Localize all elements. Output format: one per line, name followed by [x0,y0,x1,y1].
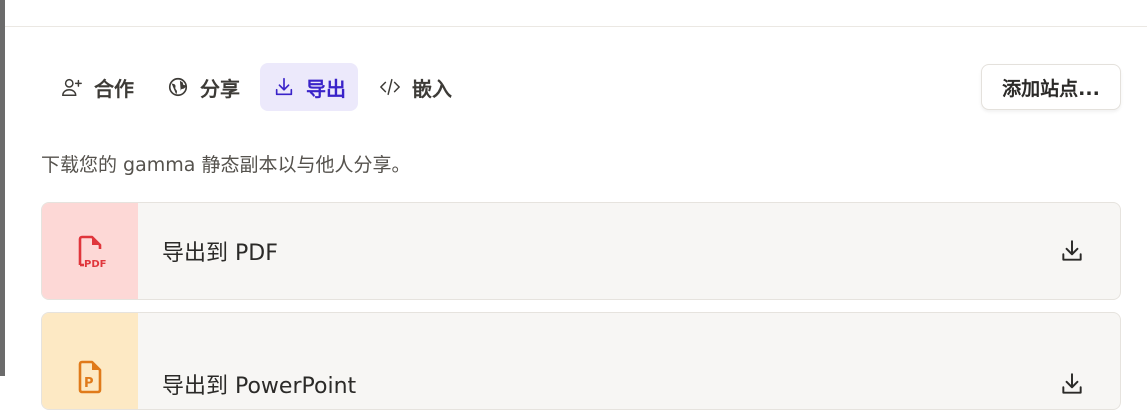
export-powerpoint-label: 导出到 PowerPoint [162,374,357,399]
powerpoint-file-icon: P [78,360,102,394]
powerpoint-thumb: P [42,313,138,409]
tab-label: 分享 [200,76,240,101]
tab-label: 合作 [94,76,134,101]
download-icon [272,75,296,99]
tab-export[interactable]: 导出 [260,63,358,111]
tab-label: 嵌入 [412,76,452,101]
globe-icon [166,75,190,99]
svg-text:PDF: PDF [84,259,106,270]
tab-embed[interactable]: 嵌入 [366,63,464,111]
add-site-button[interactable]: 添加站点... [981,64,1121,110]
top-bar [5,0,1147,27]
download-icon[interactable] [1058,370,1086,398]
share-tabs: 合作 分享 导出 嵌入 [48,63,464,111]
add-user-icon [60,75,84,99]
export-pdf-label: 导出到 PDF [162,241,278,266]
svg-text:P: P [84,376,94,391]
export-powerpoint-option[interactable]: P 导出到 PowerPoint [41,312,1121,410]
export-pdf-option[interactable]: PDF 导出到 PDF [41,202,1121,300]
download-icon[interactable] [1058,237,1086,265]
tab-collaborate[interactable]: 合作 [48,63,146,111]
tab-share[interactable]: 分享 [154,63,252,111]
pdf-file-icon: PDF [78,235,106,270]
window-edge [0,0,5,376]
export-description: 下载您的 gamma 静态副本以与他人分享。 [41,154,411,176]
tab-label: 导出 [306,76,346,101]
pdf-thumb: PDF [42,203,138,299]
code-icon [378,75,402,99]
